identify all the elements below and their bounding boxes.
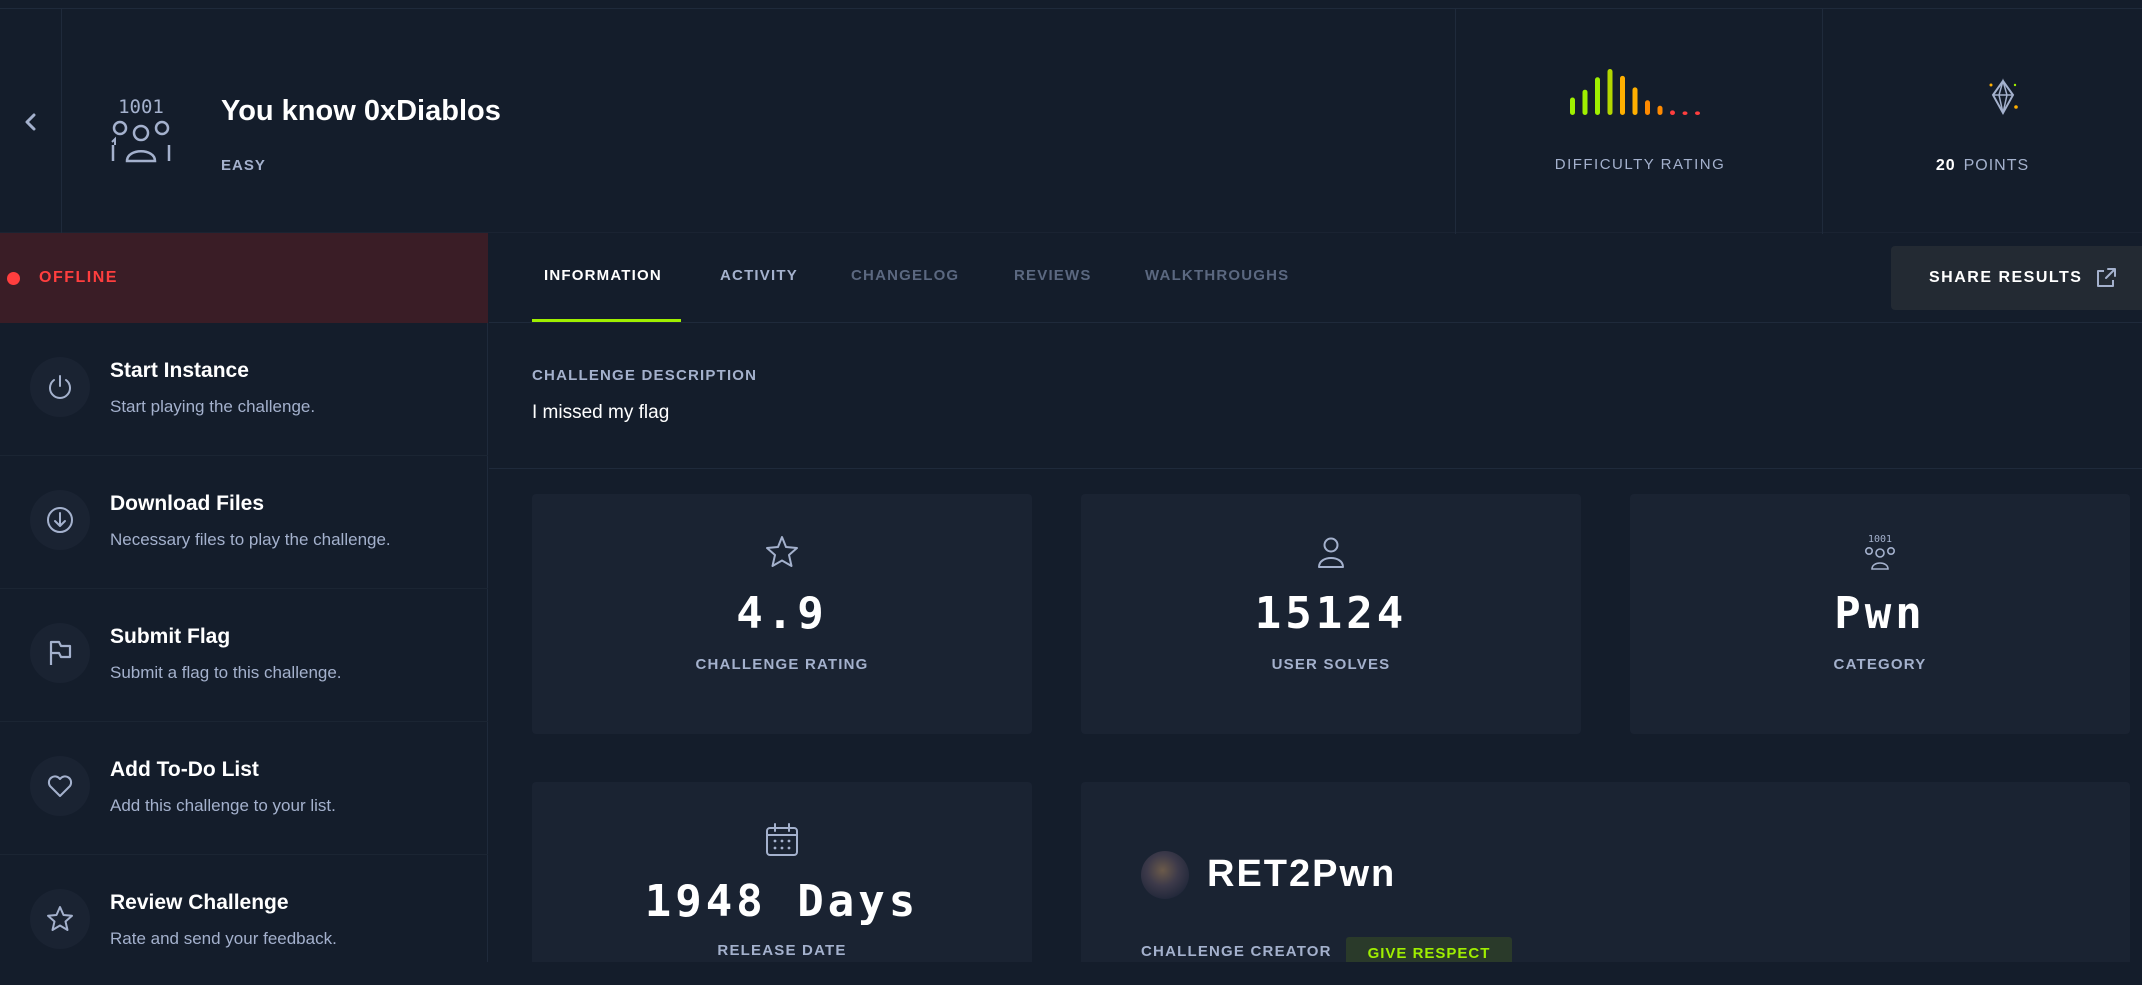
tab-walkthroughs[interactable]: WALKTHROUGHS — [1145, 267, 1289, 284]
svg-text:1001: 1001 — [1868, 534, 1892, 545]
status-dot-icon — [7, 271, 20, 285]
instance-status: OFFLINE — [0, 233, 488, 323]
sidebar-item-subtitle: Rate and send your feedback. — [110, 929, 337, 948]
sidebar-item-title: Submit Flag — [110, 625, 231, 648]
release-label: RELEASE DATE — [717, 942, 847, 959]
binary-user-icon: 1001 — [111, 96, 171, 163]
tab-changelog[interactable]: CHANGELOG — [851, 267, 959, 284]
description-text: I missed my flag — [532, 402, 670, 423]
tab-activity[interactable]: ACTIVITY — [720, 267, 798, 284]
flag-icon — [49, 640, 72, 665]
calendar-icon — [766, 823, 798, 856]
solves-value: 15124 — [1254, 588, 1408, 639]
difficulty-bar — [1570, 97, 1575, 115]
category-value: Pwn — [1834, 588, 1926, 639]
difficulty-rating: DIFFICULTY RATING — [1455, 9, 1823, 234]
bottom-edge — [0, 962, 2142, 985]
star-icon — [766, 536, 798, 567]
status-text: OFFLINE — [39, 269, 118, 286]
tab-reviews[interactable]: REVIEWS — [1014, 267, 1092, 284]
release-value: 1948 Days — [644, 876, 920, 927]
download-icon — [47, 507, 73, 533]
points-text: 20 POINTS — [1823, 157, 2142, 175]
sidebar-icon-circle — [30, 889, 90, 949]
heart-icon — [47, 775, 73, 797]
sidebar-item-subtitle: Start playing the challenge. — [110, 397, 316, 416]
tab-information[interactable]: INFORMATION — [544, 267, 662, 284]
solves-label: USER SOLVES — [1271, 656, 1391, 673]
difficulty-text: EASY — [221, 157, 266, 174]
difficulty-bar — [1620, 75, 1625, 115]
difficulty-bar — [1682, 111, 1688, 115]
binary-user-icon: 1001 — [1864, 534, 1895, 570]
sidebar-icon-circle — [30, 357, 90, 417]
sidebar-item-title: Review Challenge — [110, 891, 289, 914]
points-panel: 20 POINTS — [1823, 9, 2142, 234]
challenge-description: CHALLENGE DESCRIPTION I missed my flag — [489, 323, 2142, 469]
category-label: CATEGORY — [1833, 656, 1927, 673]
sidebar-item-subtitle: Submit a flag to this challenge. — [110, 663, 342, 682]
tab-bar: INFORMATION ACTIVITY CHANGELOG REVIEWS W… — [489, 233, 2142, 323]
download-files-button[interactable]: Download Files Necessary files to play t… — [0, 456, 488, 589]
difficulty-bar — [1607, 69, 1613, 115]
creator-avatar[interactable] — [1141, 851, 1189, 899]
crystal-icon — [1989, 78, 2018, 116]
sidebar-item-subtitle: Necessary files to play the challenge. — [110, 530, 391, 549]
submit-flag-button[interactable]: Submit Flag Submit a flag to this challe… — [0, 589, 488, 722]
difficulty-bar — [1670, 110, 1675, 115]
active-tab-indicator — [532, 319, 681, 322]
challenge-title: You know 0xDiablos — [221, 95, 501, 127]
start-instance-button[interactable]: Start Instance Start playing the challen… — [0, 323, 488, 456]
rating-value: 4.9 — [736, 588, 828, 639]
sidebar-item-title: Add To-Do List — [110, 758, 259, 781]
sidebar-icon-circle — [30, 490, 90, 550]
difficulty-bar — [1645, 100, 1650, 115]
sidebar-item-title: Start Instance — [110, 359, 249, 382]
share-results-button[interactable]: SHARE RESULTS — [1891, 246, 2142, 310]
actions-sidebar: OFFLINE Start Instance Start playing the… — [0, 233, 488, 985]
chevron-left-icon — [25, 113, 35, 130]
points-label: POINTS — [1963, 157, 2030, 174]
solves-card: 15124 USER SOLVES — [1081, 494, 1581, 734]
add-todo-button[interactable]: Add To-Do List Add this challenge to you… — [0, 722, 488, 855]
description-label: CHALLENGE DESCRIPTION — [532, 367, 758, 384]
sidebar-icon-circle — [30, 756, 90, 816]
difficulty-bar-chart — [1570, 69, 1700, 115]
difficulty-bar — [1632, 87, 1638, 115]
star-icon — [47, 906, 73, 931]
category-card: 1001 Pwn CATEGORY — [1630, 494, 2130, 734]
points-value: 20 — [1935, 157, 1956, 174]
release-card: 1948 Days RELEASE DATE — [532, 782, 1032, 985]
rating-label: CHALLENGE RATING — [695, 656, 869, 673]
sidebar-icon-circle — [30, 623, 90, 683]
challenge-header: 1001 You know 0xDiablos EASY DIFFICULTY … — [0, 8, 2142, 234]
svg-text:1001: 1001 — [118, 96, 164, 118]
difficulty-bar — [1582, 89, 1588, 115]
share-icon — [2097, 268, 2117, 287]
rating-card: 4.9 CHALLENGE RATING — [532, 494, 1032, 734]
sidebar-item-title: Download Files — [110, 492, 265, 515]
sidebar-item-subtitle: Add this challenge to your list. — [110, 796, 336, 815]
share-results-label: SHARE RESULTS — [1929, 269, 2083, 286]
difficulty-bar — [1695, 111, 1700, 115]
user-icon — [1318, 537, 1344, 568]
difficulty-bar — [1595, 77, 1600, 115]
difficulty-bar — [1657, 105, 1663, 115]
back-button[interactable] — [0, 9, 62, 234]
creator-label: CHALLENGE CREATOR — [1141, 943, 1332, 960]
power-icon — [49, 375, 71, 399]
difficulty-rating-label: DIFFICULTY RATING — [1554, 156, 1726, 173]
creator-name[interactable]: RET2Pwn — [1207, 853, 1396, 896]
